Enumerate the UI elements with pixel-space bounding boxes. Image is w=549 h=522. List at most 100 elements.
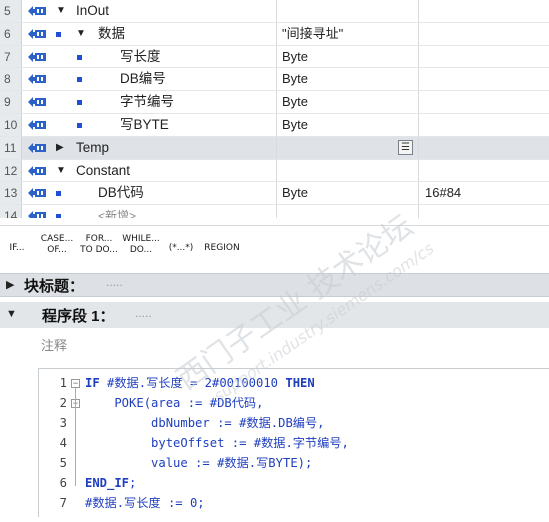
- row-number[interactable]: 9: [0, 91, 22, 113]
- param-name[interactable]: 写长度: [120, 46, 161, 69]
- network-header[interactable]: ▼ 程序段 1： .....: [0, 302, 549, 328]
- code-line[interactable]: dbNumber := #数据.DB编号,: [85, 413, 325, 433]
- row-number[interactable]: 12: [0, 159, 22, 182]
- code-text: ;: [129, 476, 137, 490]
- case-button[interactable]: CASE... OF...: [40, 234, 74, 262]
- collapse-arrow-icon[interactable]: ▼: [6, 308, 17, 320]
- member-bullet-icon: [77, 77, 82, 83]
- if-button[interactable]: IF...: [6, 234, 28, 262]
- param-name[interactable]: 写BYTE: [120, 114, 169, 137]
- param-name[interactable]: Constant: [76, 160, 130, 183]
- column-divider: [276, 22, 277, 45]
- while-button[interactable]: WHILE... DO...: [122, 234, 160, 262]
- code-text: #数据.写长度 = 2#00100010: [99, 376, 286, 390]
- row-number[interactable]: 6: [0, 22, 22, 45]
- collapse-arrow-icon[interactable]: ▼: [56, 0, 66, 23]
- interface-row[interactable]: 11 ▶ Temp ☰: [0, 136, 549, 160]
- fold-guide-line: [75, 388, 76, 486]
- scl-code-editor[interactable]: 1 IF #数据.写长度 = 2#00100010 THEN 2 POKE(area…: [38, 368, 549, 517]
- code-line[interactable]: value := #数据.写BYTE);: [85, 453, 312, 473]
- row-number[interactable]: 8: [0, 68, 22, 91]
- param-name[interactable]: DB编号: [120, 68, 166, 91]
- column-divider: [276, 0, 277, 22]
- line-number: 3: [59, 416, 67, 430]
- param-datatype[interactable]: Byte: [282, 46, 308, 69]
- param-name[interactable]: Temp: [76, 137, 109, 160]
- line-number: 6: [59, 476, 67, 490]
- line-number: 7: [59, 496, 67, 510]
- param-datatype[interactable]: Byte: [282, 182, 308, 205]
- row-number[interactable]: 10: [0, 113, 22, 136]
- region-button[interactable]: REGION: [202, 234, 242, 262]
- code-line[interactable]: END_IF;: [85, 473, 136, 493]
- collapse-arrow-icon[interactable]: ▼: [56, 160, 66, 183]
- scl-instruction-toolbar: IF... CASE... OF... FOR... TO DO... WHILE.…: [0, 225, 549, 268]
- row-number[interactable]: 11: [0, 136, 22, 159]
- param-datatype[interactable]: Byte: [282, 91, 308, 114]
- inout-param-icon: [28, 165, 46, 176]
- block-title-value[interactable]: .....: [106, 275, 123, 289]
- code-line[interactable]: byteOffset := #数据.字节编号,: [85, 433, 349, 453]
- interface-row[interactable]: 14 <新增>: [0, 205, 549, 218]
- fold-toggle-icon[interactable]: −: [71, 379, 80, 388]
- interface-row[interactable]: 7 写长度 Byte: [0, 45, 549, 69]
- line-number: 2: [59, 396, 67, 410]
- network-title-value[interactable]: .....: [135, 306, 152, 320]
- param-default-value[interactable]: 16#84: [425, 182, 461, 205]
- collapse-arrow-icon[interactable]: ▼: [76, 23, 86, 46]
- column-divider: [418, 182, 419, 205]
- member-bullet-icon: [56, 191, 61, 197]
- column-divider: [418, 0, 419, 22]
- param-datatype[interactable]: "间接寻址": [282, 23, 343, 46]
- interface-row[interactable]: 8 DB编号 Byte: [0, 68, 549, 92]
- inout-param-icon: [28, 28, 46, 39]
- row-number[interactable]: 7: [0, 45, 22, 68]
- comment-button[interactable]: (*...*): [164, 234, 198, 262]
- code-line[interactable]: POKE(area := #DB代码,: [85, 393, 263, 413]
- network-label: 程序段 1：: [42, 308, 115, 325]
- row-number[interactable]: 13: [0, 182, 22, 205]
- line-number: 4: [59, 436, 67, 450]
- inout-param-icon: [28, 211, 46, 218]
- member-bullet-icon: [77, 100, 82, 106]
- param-name[interactable]: InOut: [76, 0, 109, 23]
- interface-row[interactable]: 13 DB代码 Byte 16#84: [0, 182, 549, 206]
- inout-param-icon: [28, 97, 46, 108]
- inout-param-icon: [28, 142, 46, 153]
- param-name[interactable]: 字节编号: [120, 91, 174, 114]
- interface-row[interactable]: 10 写BYTE Byte: [0, 113, 549, 137]
- interface-row[interactable]: 12 ▼ Constant: [0, 159, 549, 183]
- block-title-label: 块标题：: [24, 278, 85, 295]
- column-divider: [276, 182, 277, 205]
- code-line[interactable]: IF #数据.写长度 = 2#00100010 THEN: [85, 373, 315, 393]
- code-line[interactable]: #数据.写长度 := 0;: [85, 493, 205, 513]
- member-bullet-icon: [77, 122, 82, 128]
- param-name[interactable]: 数据: [98, 23, 125, 46]
- interface-row[interactable]: 9 字节编号 Byte: [0, 91, 549, 114]
- keyword: THEN: [285, 376, 315, 390]
- column-divider: [276, 45, 277, 68]
- column-divider: [276, 68, 277, 91]
- block-title-bar[interactable]: ▶ 块标题： .....: [0, 273, 549, 297]
- column-divider: [276, 205, 277, 218]
- for-button[interactable]: FOR... TO DO...: [80, 234, 118, 262]
- param-name[interactable]: <新增>: [98, 205, 136, 218]
- param-name[interactable]: DB代码: [98, 182, 144, 205]
- param-datatype[interactable]: Byte: [282, 68, 308, 91]
- interface-row[interactable]: 6 ▼ 数据 "间接寻址": [0, 22, 549, 46]
- network-comment[interactable]: 注释: [41, 335, 67, 354]
- row-number[interactable]: 5: [0, 0, 22, 22]
- param-datatype[interactable]: Byte: [282, 114, 308, 137]
- code-text: value := #数据.写BYTE);: [85, 456, 313, 470]
- row-number[interactable]: 14: [0, 205, 22, 218]
- column-divider: [418, 136, 419, 159]
- inout-param-icon: [28, 51, 46, 62]
- code-text: #数据.写长度 := 0;: [85, 496, 205, 510]
- expand-arrow-icon[interactable]: ▶: [6, 278, 14, 291]
- code-text: byteOffset := #数据.字节编号,: [85, 436, 349, 450]
- column-divider: [418, 159, 419, 182]
- interface-row[interactable]: 5 ▼ InOut: [0, 0, 549, 23]
- datatype-dropdown-icon[interactable]: ☰: [398, 139, 413, 155]
- keyword: END_IF: [85, 476, 130, 490]
- expand-arrow-icon[interactable]: ▶: [56, 137, 64, 160]
